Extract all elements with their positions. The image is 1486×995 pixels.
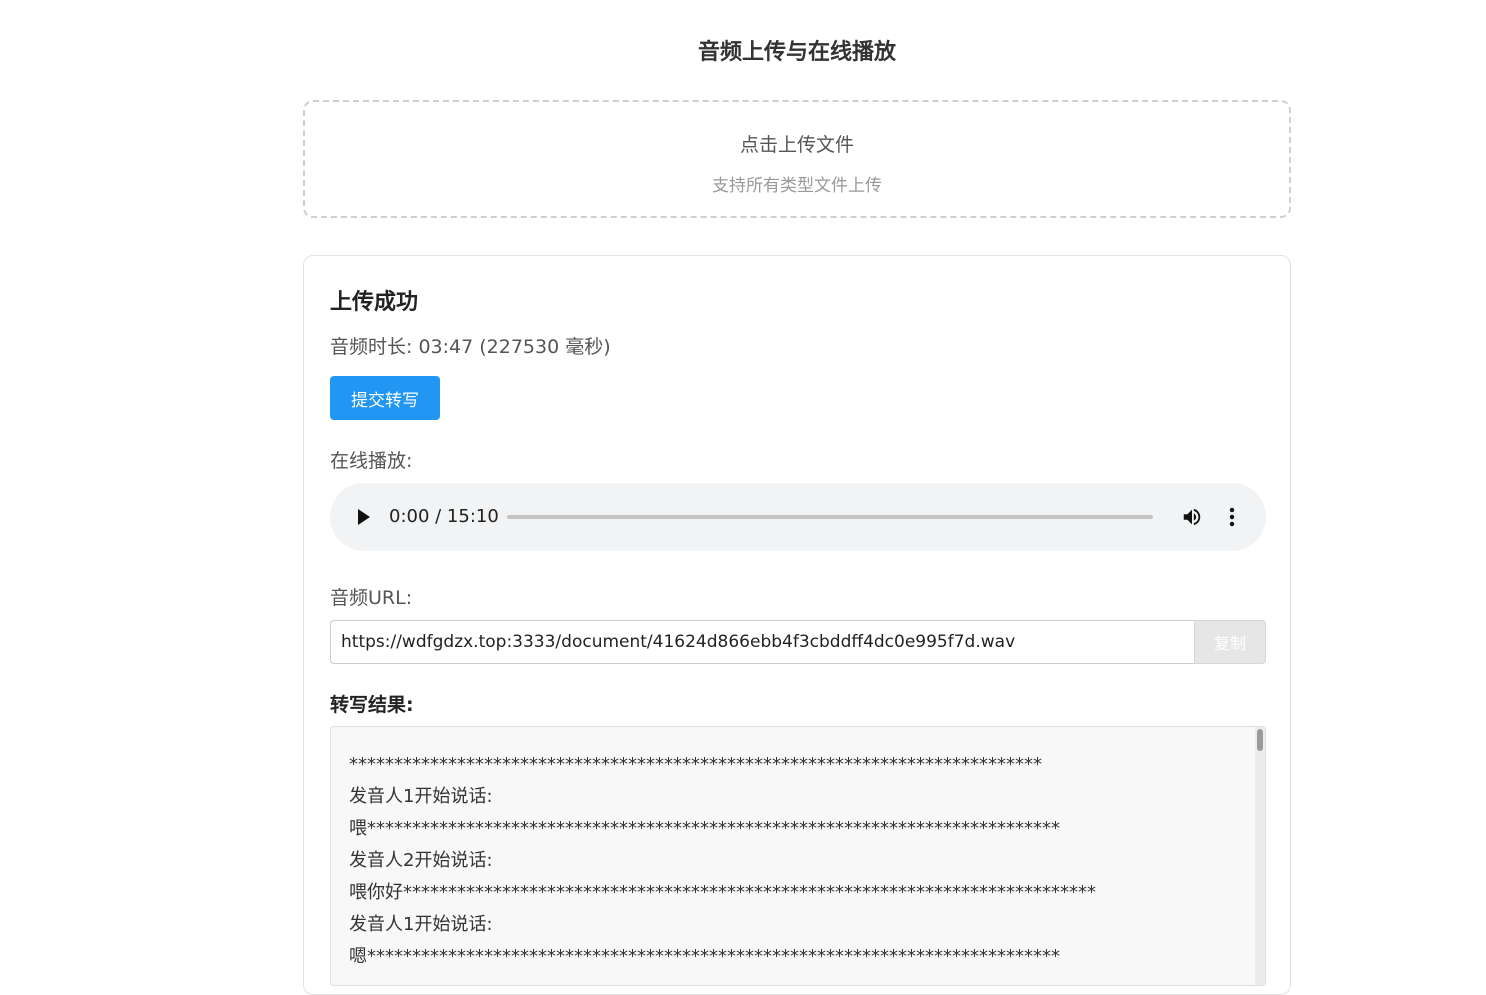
audio-url-input[interactable] — [330, 620, 1194, 664]
progress-slider[interactable] — [507, 515, 1153, 519]
upload-dropzone[interactable]: 点击上传文件 支持所有类型文件上传 — [303, 100, 1291, 218]
transcript-line: 喂***************************************… — [349, 818, 1060, 839]
volume-icon[interactable] — [1181, 506, 1203, 528]
submit-transcription-button[interactable]: 提交转写 — [330, 376, 440, 420]
copy-button[interactable]: 复制 — [1194, 620, 1266, 664]
success-title: 上传成功 — [330, 290, 419, 315]
transcript-line: ****************************************… — [349, 754, 1042, 775]
upload-title: 点击上传文件 — [739, 134, 854, 156]
play-icon[interactable] — [358, 509, 370, 525]
result-card: 上传成功 音频时长: 03:47 (227530 毫秒) 提交转写 在线播放: … — [303, 255, 1291, 995]
transcript-line: 发音人1开始说话: — [349, 914, 493, 935]
transcript-scrollbar[interactable] — [1255, 727, 1265, 985]
transcript-box[interactable]: ****************************************… — [330, 726, 1266, 986]
scrollbar-thumb[interactable] — [1257, 729, 1263, 751]
upload-subtitle: 支持所有类型文件上传 — [712, 176, 882, 196]
transcript-line: 发音人1开始说话: — [349, 786, 493, 807]
transcript-line: 嗯***************************************… — [349, 946, 1060, 967]
more-options-icon[interactable] — [1225, 506, 1239, 528]
url-label: 音频URL: — [330, 587, 413, 609]
audio-duration: 音频时长: 03:47 (227530 毫秒) — [330, 336, 611, 358]
page-title: 音频上传与在线播放 — [697, 40, 896, 65]
audio-player: 0:00 / 15:10 — [330, 483, 1266, 551]
transcript-line: 喂你好*************************************… — [349, 882, 1096, 903]
play-label: 在线播放: — [330, 450, 413, 472]
player-time: 0:00 / 15:10 — [389, 506, 499, 527]
transcript-line: 发音人2开始说话: — [349, 850, 493, 871]
transcript-label: 转写结果: — [330, 694, 414, 716]
